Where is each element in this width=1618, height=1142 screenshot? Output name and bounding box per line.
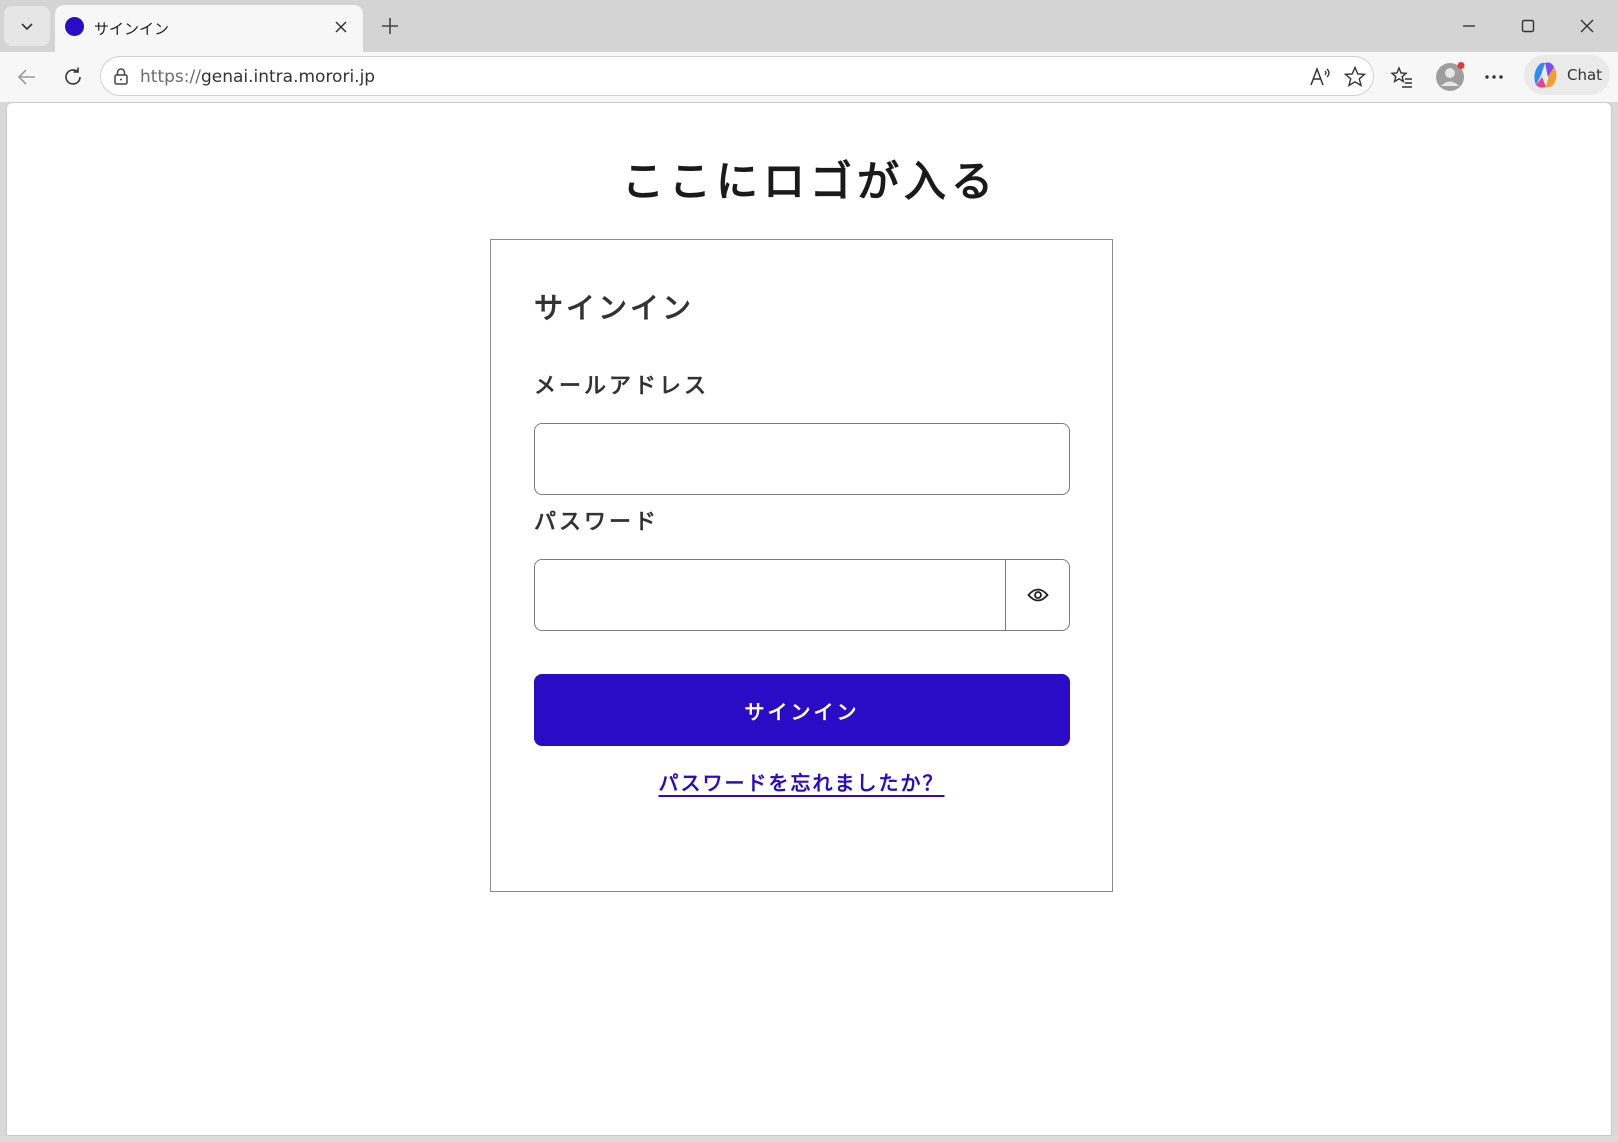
- signin-button[interactable]: サインイン: [534, 674, 1070, 746]
- tab-menu-button[interactable]: [4, 6, 50, 46]
- avatar-icon: [1436, 62, 1465, 91]
- logo-placeholder: ここにロゴが入る: [621, 157, 998, 206]
- tab-title: サインイン: [94, 20, 170, 38]
- password-visibility-toggle[interactable]: [1005, 559, 1070, 631]
- chat-label: Chat: [1567, 66, 1603, 84]
- plus-icon: [382, 18, 398, 34]
- more-button[interactable]: [1479, 62, 1509, 92]
- url-host: genai.intra.morori.jp: [200, 67, 376, 87]
- card-title: サインイン: [534, 291, 695, 325]
- chevron-down-icon: [21, 23, 33, 31]
- new-tab-button[interactable]: [376, 12, 404, 40]
- signin-card: サインイン メールアドレス パスワード サインイン パスワードを忘れましたか？: [490, 239, 1113, 892]
- page-viewport: ここにロゴが入る サインイン メールアドレス パスワード サインイン パスワード…: [6, 102, 1612, 1136]
- reload-button[interactable]: [58, 62, 88, 92]
- forgot-password-container: パスワードを忘れましたか？: [491, 767, 1112, 796]
- password-group: [534, 559, 1070, 631]
- close-icon: [335, 21, 347, 33]
- minimize-icon: [1463, 25, 1475, 27]
- browser-toolbar: https://genai.intra.morori.jp Chat: [0, 52, 1618, 102]
- email-field[interactable]: [534, 423, 1070, 495]
- profile-button[interactable]: [1433, 60, 1467, 94]
- address-bar[interactable]: https://genai.intra.morori.jp: [100, 56, 1374, 96]
- reload-icon: [65, 67, 81, 85]
- tab-signin[interactable]: サインイン: [55, 5, 363, 52]
- tab-close-button[interactable]: [330, 16, 352, 38]
- password-field[interactable]: [534, 559, 1006, 631]
- maximize-icon: [1521, 19, 1535, 33]
- copilot-icon: [1534, 62, 1557, 88]
- forgot-password-link[interactable]: パスワードを忘れましたか？: [659, 771, 945, 795]
- arrow-left-icon: [17, 69, 35, 85]
- read-aloud-icon[interactable]: [1308, 65, 1332, 93]
- lock-icon[interactable]: [111, 66, 131, 90]
- email-label: メールアドレス: [534, 374, 710, 399]
- back-button[interactable]: [12, 62, 42, 92]
- star-icon[interactable]: [1343, 65, 1367, 93]
- maximize-button[interactable]: [1512, 10, 1544, 42]
- close-icon: [1580, 19, 1594, 33]
- password-label: パスワード: [534, 510, 660, 535]
- favorites-button[interactable]: [1387, 62, 1417, 92]
- url-scheme: https://: [140, 67, 201, 87]
- url-text: https://genai.intra.morori.jp: [140, 67, 375, 87]
- favicon-icon: [65, 17, 84, 36]
- copilot-chat-button[interactable]: Chat: [1524, 55, 1610, 95]
- minimize-button[interactable]: [1453, 10, 1485, 42]
- browser-titlebar: サインイン: [0, 0, 1618, 52]
- more-icon: [1485, 75, 1503, 79]
- close-window-button[interactable]: [1571, 10, 1603, 42]
- window-bottom-edge: [0, 1136, 1618, 1142]
- favorites-icon: [1390, 66, 1412, 88]
- eye-icon: [1026, 588, 1049, 602]
